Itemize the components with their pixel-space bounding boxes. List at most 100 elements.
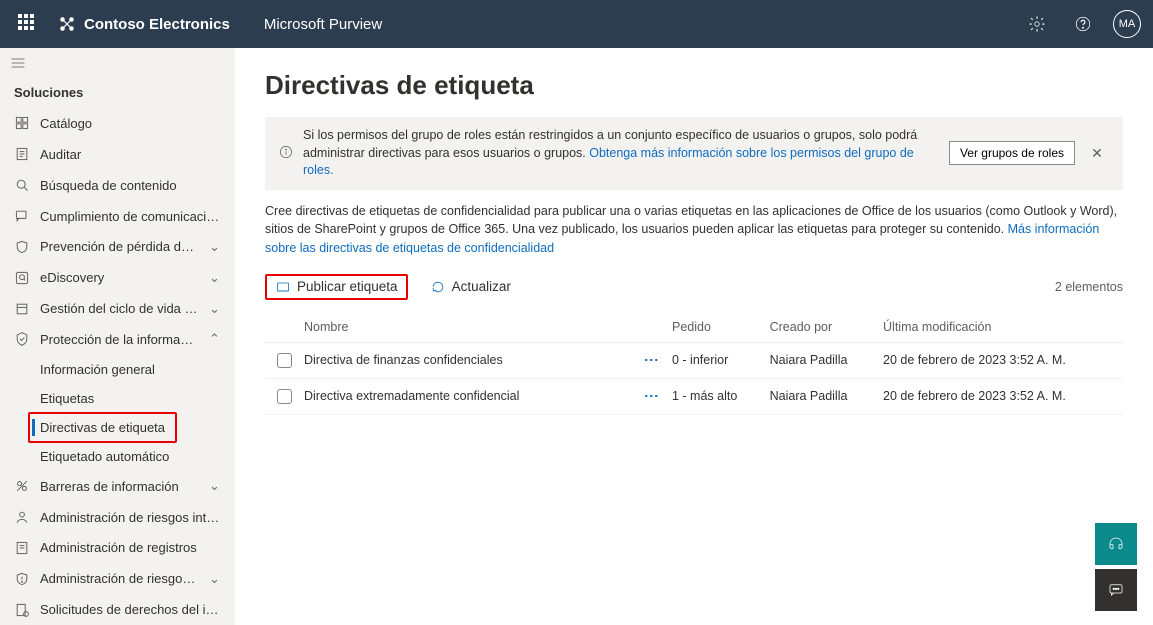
publish-icon bbox=[275, 279, 291, 295]
row-more-icon[interactable]: ⋮ bbox=[644, 353, 660, 365]
view-role-groups-button[interactable]: Ver grupos de roles bbox=[949, 141, 1075, 165]
audit-icon bbox=[14, 146, 30, 162]
sidebar-label: Catálogo bbox=[40, 116, 221, 131]
cell-order: 1 - más alto bbox=[666, 378, 764, 414]
col-name[interactable]: Nombre bbox=[298, 312, 638, 343]
sidebar-item-information-protection[interactable]: Protección de la información ⌃ bbox=[0, 324, 235, 355]
sidebar-item-insider-risk[interactable]: Administración de riesgos inte... bbox=[0, 502, 235, 533]
sub-label: Etiquetado automático bbox=[40, 449, 169, 464]
row-more-icon[interactable]: ⋮ bbox=[644, 389, 660, 401]
col-modified[interactable]: Última modificación bbox=[877, 312, 1123, 343]
cell-created: Naiara Padilla bbox=[764, 342, 877, 378]
sidebar-item-records-management[interactable]: Administración de registros bbox=[0, 532, 235, 563]
cell-name: Directiva extremadamente confidencial bbox=[298, 378, 638, 414]
sidebar-label: Cumplimiento de comunicacio... bbox=[40, 209, 221, 224]
table-row[interactable]: Directiva extremadamente confidencial ⋮ … bbox=[265, 378, 1123, 414]
cell-name: Directiva de finanzas confidenciales bbox=[298, 342, 638, 378]
sidebar-label: eDiscovery bbox=[40, 270, 199, 285]
sub-label: Etiquetas bbox=[40, 391, 94, 406]
info-text: Si los permisos del grupo de roles están… bbox=[303, 127, 939, 180]
chat-icon bbox=[14, 208, 30, 224]
sub-item-labels[interactable]: Etiquetas bbox=[0, 384, 235, 413]
table-row[interactable]: Directiva de finanzas confidenciales ⋮ 0… bbox=[265, 342, 1123, 378]
main-content: Directivas de etiqueta Si los permisos d… bbox=[235, 48, 1153, 625]
command-bar: Publicar etiqueta Actualizar 2 elementos bbox=[265, 274, 1123, 300]
lifecycle-icon bbox=[14, 301, 30, 317]
sidebar-item-privacy-risk[interactable]: Administración de riesgos de ... ⌄ bbox=[0, 563, 235, 594]
risk-icon bbox=[14, 509, 30, 525]
sidebar: Soluciones Catálogo Auditar Búsqueda de … bbox=[0, 48, 235, 625]
sidebar-label: Búsqueda de contenido bbox=[40, 178, 221, 193]
sidebar-item-communication-compliance[interactable]: Cumplimiento de comunicacio... bbox=[0, 201, 235, 232]
chevron-down-icon: ⌄ bbox=[209, 270, 221, 286]
barrier-icon bbox=[14, 478, 30, 494]
col-order[interactable]: Pedido bbox=[666, 312, 764, 343]
row-checkbox[interactable] bbox=[277, 389, 292, 404]
refresh-icon bbox=[430, 279, 446, 295]
sub-item-overview[interactable]: Información general bbox=[0, 355, 235, 384]
chevron-down-icon: ⌄ bbox=[209, 571, 221, 587]
cmd-label: Actualizar bbox=[452, 279, 511, 294]
records-icon bbox=[14, 540, 30, 556]
sidebar-label: Administración de riesgos inte... bbox=[40, 510, 221, 525]
catalog-icon bbox=[14, 115, 30, 131]
settings-gear-icon[interactable] bbox=[1021, 8, 1053, 40]
col-checkbox bbox=[265, 312, 298, 343]
rights-icon bbox=[14, 602, 30, 618]
cell-order: 0 - inferior bbox=[666, 342, 764, 378]
sidebar-label: Gestión del ciclo de vida de los... bbox=[40, 301, 199, 316]
info-banner: Si los permisos del grupo de roles están… bbox=[265, 117, 1123, 190]
chevron-down-icon: ⌄ bbox=[209, 239, 221, 255]
sidebar-label: Solicitudes de derechos del int... bbox=[40, 602, 221, 617]
sidebar-label: Barreras de información bbox=[40, 479, 199, 494]
collapse-nav-icon[interactable] bbox=[10, 56, 225, 73]
chevron-down-icon: ⌄ bbox=[209, 478, 221, 494]
sidebar-label: Protección de la información bbox=[40, 332, 199, 347]
info-icon bbox=[279, 145, 293, 162]
org-label: Contoso Electronics bbox=[84, 16, 230, 33]
sub-item-auto-labeling[interactable]: Etiquetado automático bbox=[0, 442, 235, 471]
chevron-down-icon: ⌄ bbox=[209, 301, 221, 317]
refresh-button[interactable]: Actualizar bbox=[424, 275, 517, 299]
sub-label: Directivas de etiqueta bbox=[40, 420, 165, 435]
sidebar-item-ediscovery[interactable]: eDiscovery ⌄ bbox=[0, 262, 235, 293]
app-header: Contoso Electronics Microsoft Purview MA bbox=[0, 0, 1153, 48]
sidebar-label: Prevención de pérdida de datos bbox=[40, 239, 199, 254]
product-name: Microsoft Purview bbox=[264, 16, 382, 33]
sidebar-item-content-search[interactable]: Búsqueda de contenido bbox=[0, 170, 235, 201]
sidebar-item-catalog[interactable]: Catálogo bbox=[0, 108, 235, 139]
support-fab[interactable] bbox=[1095, 523, 1137, 565]
privacy-risk-icon bbox=[14, 571, 30, 587]
app-launcher-icon[interactable] bbox=[12, 8, 44, 40]
sidebar-item-information-barriers[interactable]: Barreras de información ⌄ bbox=[0, 471, 235, 502]
sidebar-item-audit[interactable]: Auditar bbox=[0, 139, 235, 170]
sidebar-item-lifecycle[interactable]: Gestión del ciclo de vida de los... ⌄ bbox=[0, 293, 235, 324]
avatar[interactable]: MA bbox=[1113, 10, 1141, 38]
row-checkbox[interactable] bbox=[277, 353, 292, 368]
close-banner-icon[interactable]: ✕ bbox=[1085, 141, 1109, 165]
ediscovery-icon bbox=[14, 270, 30, 286]
protection-icon bbox=[14, 331, 30, 347]
sidebar-section-title: Soluciones bbox=[0, 81, 235, 108]
sub-label: Información general bbox=[40, 362, 155, 377]
cell-created: Naiara Padilla bbox=[764, 378, 877, 414]
help-icon[interactable] bbox=[1067, 8, 1099, 40]
sidebar-item-subject-rights[interactable]: Solicitudes de derechos del int... bbox=[0, 594, 235, 625]
sidebar-label: Administración de registros bbox=[40, 540, 221, 555]
page-description: Cree directivas de etiquetas de confiden… bbox=[265, 202, 1123, 258]
shield-icon bbox=[14, 239, 30, 255]
col-created[interactable]: Creado por bbox=[764, 312, 877, 343]
org-name[interactable]: Contoso Electronics bbox=[58, 15, 230, 33]
chevron-up-icon: ⌃ bbox=[209, 331, 221, 347]
sidebar-label: Auditar bbox=[40, 147, 221, 162]
cell-modified: 20 de febrero de 2023 3:52 A. M. bbox=[877, 342, 1123, 378]
policies-table: Nombre Pedido Creado por Última modifica… bbox=[265, 312, 1123, 415]
feedback-fab[interactable] bbox=[1095, 569, 1137, 611]
search-icon bbox=[14, 177, 30, 193]
sub-item-label-policies[interactable]: Directivas de etiqueta bbox=[0, 413, 235, 442]
item-count: 2 elementos bbox=[1055, 280, 1123, 294]
sidebar-label: Administración de riesgos de ... bbox=[40, 571, 199, 586]
publish-label-button[interactable]: Publicar etiqueta bbox=[265, 274, 408, 300]
sidebar-item-dlp[interactable]: Prevención de pérdida de datos ⌄ bbox=[0, 231, 235, 262]
page-title: Directivas de etiqueta bbox=[265, 70, 1123, 101]
